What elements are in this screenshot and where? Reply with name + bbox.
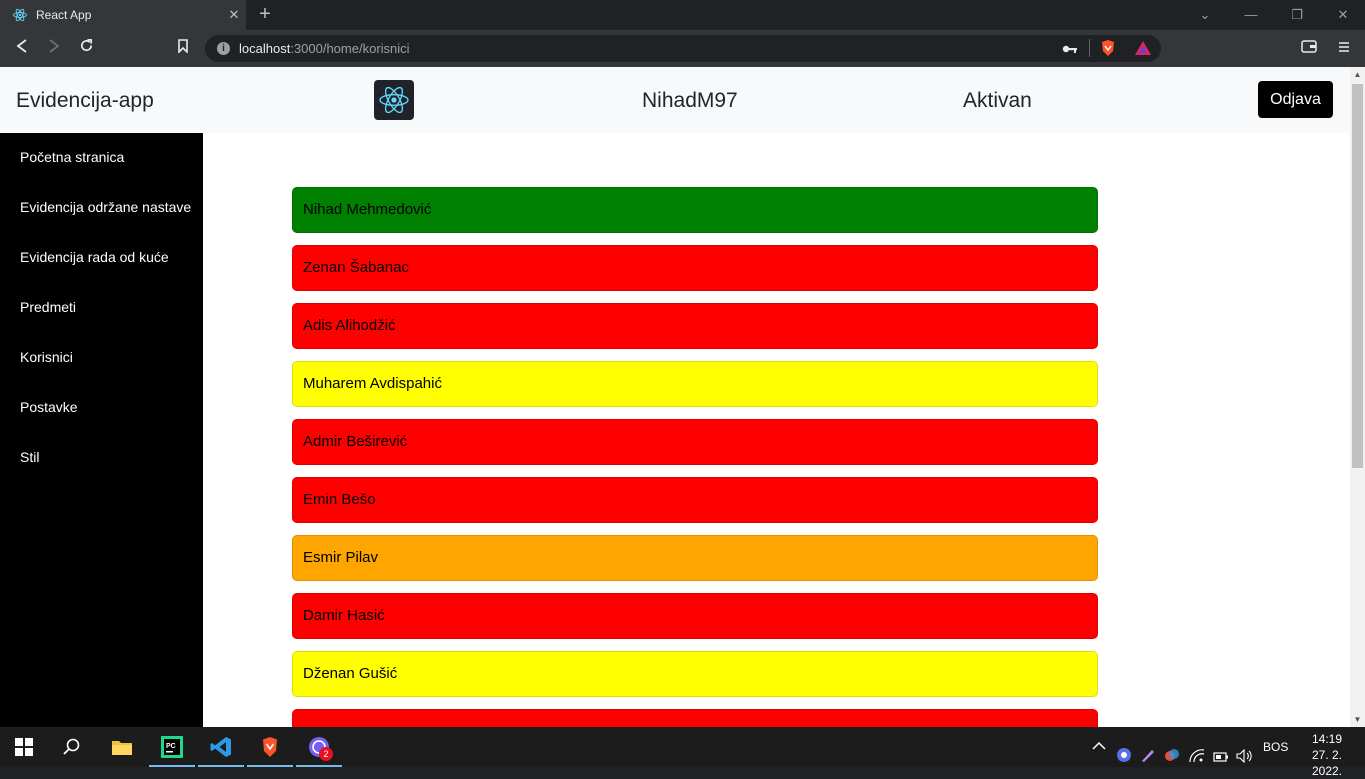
page-viewport: Evidencija-app NihadM97 Aktivan Odjava P… <box>0 67 1350 727</box>
svg-text:PC: PC <box>166 743 176 750</box>
user-name: Esmir Pilav <box>303 549 379 566</box>
user-row[interactable]: Damir Hasić <box>292 593 1098 639</box>
tab-title: React App <box>36 8 92 22</box>
user-list: Nihad Mehmedović Zenan Šabanac Adis Alihod… <box>292 187 1098 727</box>
scrollbar-thumb[interactable] <box>1352 84 1363 468</box>
user-row[interactable]: Nihad Mehmedović <box>292 187 1098 233</box>
user-row[interactable]: Esmir Pilav <box>292 535 1098 581</box>
restore-icon[interactable]: ❐ <box>1274 0 1320 30</box>
tab-search-icon[interactable]: ⌄ <box>1182 0 1228 30</box>
wallet-icon[interactable] <box>1298 38 1320 60</box>
react-logo-icon <box>374 80 414 120</box>
viber-icon[interactable]: 2 <box>307 735 333 761</box>
username-label: NihadM97 <box>642 89 738 112</box>
user-name: Dženan Gušić <box>303 665 398 682</box>
brave-browser-icon[interactable] <box>258 735 282 759</box>
taskbar-clock[interactable]: 14:19 27. 2. 2022. <box>1297 731 1357 779</box>
bookmark-icon[interactable] <box>172 38 194 60</box>
color-tray-icon[interactable] <box>1164 739 1180 761</box>
scroll-down-icon[interactable]: ▼ <box>1350 712 1365 727</box>
logout-button[interactable]: Odjava <box>1258 81 1333 118</box>
user-name: Muharem Avdispahić <box>303 375 442 392</box>
brave-shields-icon[interactable] <box>1100 39 1116 62</box>
windows-taskbar: PC 2 BOS 14:19 27. 2. 2022. <box>0 727 1365 778</box>
minimize-icon[interactable]: — <box>1228 0 1274 30</box>
sidebar-item-postavke[interactable]: Postavke <box>20 399 78 415</box>
wifi-icon[interactable] <box>1189 739 1205 763</box>
pen-tray-icon[interactable] <box>1140 739 1156 762</box>
user-name: Emin Bešo <box>303 491 376 508</box>
brave-rewards-icon[interactable] <box>1134 40 1152 61</box>
user-row[interactable]: Admir Beširević <box>292 419 1098 465</box>
scroll-up-icon[interactable]: ▲ <box>1350 67 1365 82</box>
clock-date: 27. 2. 2022. <box>1311 748 1343 778</box>
user-name: Zenan Šabanac <box>303 259 409 276</box>
browser-tab-strip: React App ✕ + ⌄ — ❐ ✕ <box>0 0 1365 30</box>
sidebar-item-stil[interactable]: Stil <box>20 449 39 465</box>
reload-icon[interactable] <box>75 38 97 60</box>
user-row[interactable]: Emin Bešo <box>292 477 1098 523</box>
react-favicon-icon <box>12 7 28 23</box>
search-icon[interactable] <box>60 735 84 759</box>
user-row[interactable]: Dženan Gušić <box>292 651 1098 697</box>
sidebar-item-evidencija-nastave[interactable]: Evidencija održane nastave <box>20 199 191 215</box>
vscode-icon[interactable] <box>209 735 233 759</box>
battery-icon[interactable] <box>1213 739 1229 762</box>
sidebar-item-pocetna[interactable]: Početna stranica <box>20 149 124 165</box>
user-name: Admir Beširević <box>303 433 408 450</box>
user-name: Adis Alihodžić <box>303 317 396 334</box>
user-name: Damir Hasić <box>303 607 385 624</box>
new-tab-button[interactable]: + <box>254 3 276 25</box>
tray-app-icon[interactable] <box>1116 739 1132 762</box>
site-info-icon[interactable]: i <box>217 42 230 55</box>
language-indicator[interactable]: BOS <box>1263 727 1288 767</box>
top-navbar: Evidencija-app NihadM97 Aktivan Odjava <box>0 67 1350 133</box>
browser-tab[interactable]: React App ✕ <box>0 0 246 30</box>
user-name: Nihad Mehmedović <box>303 201 432 218</box>
menu-icon[interactable] <box>1333 38 1355 60</box>
sidebar-item-korisnici[interactable]: Korisnici <box>20 349 73 365</box>
url-text: localhost:3000/home/korisnici <box>239 41 410 56</box>
back-icon[interactable] <box>11 38 33 60</box>
volume-icon[interactable] <box>1236 739 1254 764</box>
sidebar: Početna stranica Evidencija održane nast… <box>0 133 203 727</box>
pycharm-icon[interactable]: PC <box>160 735 184 759</box>
user-row[interactable]: Muharem Avdispahić <box>292 361 1098 407</box>
forward-icon[interactable] <box>43 38 65 60</box>
clock-time: 14:19 <box>1311 732 1343 746</box>
user-row[interactable]: Adis Alihodžić <box>292 303 1098 349</box>
app-brand[interactable]: Evidencija-app <box>16 89 154 113</box>
tray-overflow-icon[interactable] <box>1092 727 1106 767</box>
user-row[interactable] <box>292 709 1098 727</box>
page-scrollbar[interactable]: ▲ ▼ <box>1350 67 1365 727</box>
omnibox-divider <box>1089 39 1090 57</box>
viber-badge: 2 <box>319 747 333 761</box>
address-bar[interactable]: i localhost:3000/home/korisnici <box>205 35 1161 62</box>
sidebar-item-rad-od-kuce[interactable]: Evidencija rada od kuće <box>20 249 169 265</box>
file-explorer-icon[interactable] <box>110 735 134 759</box>
window-close-icon[interactable]: ✕ <box>1320 0 1365 30</box>
windows-start-icon[interactable] <box>12 735 36 759</box>
status-label: Aktivan <box>963 89 1032 112</box>
sidebar-item-predmeti[interactable]: Predmeti <box>20 299 76 315</box>
key-icon[interactable] <box>1062 41 1078 59</box>
tab-close-icon[interactable]: ✕ <box>222 7 246 23</box>
user-row[interactable]: Zenan Šabanac <box>292 245 1098 291</box>
